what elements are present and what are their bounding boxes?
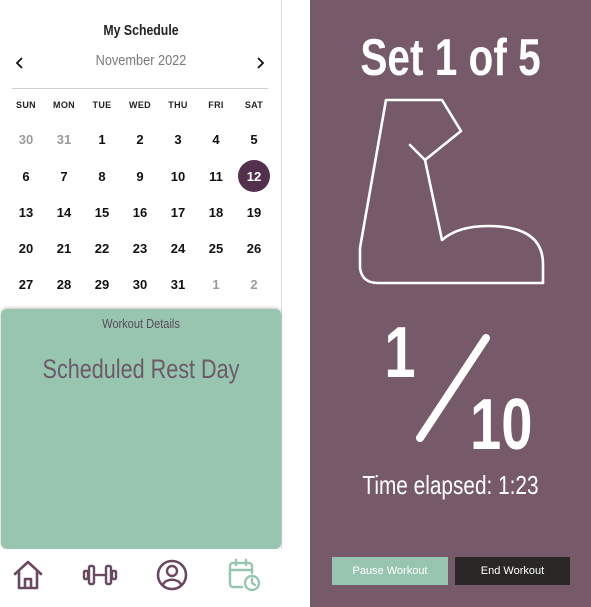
calendar-day[interactable]: 8 <box>86 160 118 192</box>
flexed-arm-icon <box>358 98 545 285</box>
calendar-day[interactable]: 1 <box>86 123 118 155</box>
workout-details-card: Workout Details Scheduled Rest Day <box>1 309 281 549</box>
weekday-thu: THU <box>168 100 188 110</box>
chevron-right-icon <box>257 57 265 69</box>
calendar-clock-icon <box>228 558 261 592</box>
calendar-day[interactable]: 10 <box>162 160 194 192</box>
calendar-day[interactable]: 7 <box>48 160 80 192</box>
calendar-day[interactable]: 9 <box>124 160 156 192</box>
calendar-day[interactable]: 2 <box>238 268 270 300</box>
calendar-day[interactable]: 1 <box>200 268 232 300</box>
nav-workouts[interactable] <box>82 557 118 593</box>
calendar-day[interactable]: 6 <box>10 160 42 192</box>
rest-day-message: Scheduled Rest Day <box>42 354 240 384</box>
calendar-day[interactable]: 30 <box>10 123 42 155</box>
calendar-day[interactable]: 31 <box>48 123 80 155</box>
nav-schedule[interactable] <box>226 557 262 593</box>
workout-panel: Set 1 of 5 1 10 Time elapsed: 1:23 Pause… <box>310 0 591 607</box>
time-elapsed: Time elapsed: 1:23 <box>362 470 539 500</box>
calendar-day[interactable]: 14 <box>48 196 80 228</box>
nav-home[interactable] <box>10 557 46 593</box>
calendar-day[interactable]: 26 <box>238 232 270 264</box>
calendar-day[interactable]: 16 <box>124 196 156 228</box>
schedule-panel: My Schedule November 2022 SUN MON TUE WED TH… <box>0 0 282 607</box>
calendar-day[interactable]: 24 <box>162 232 194 264</box>
nav-profile[interactable] <box>154 557 190 593</box>
next-month-button[interactable] <box>248 52 272 74</box>
weekday-wed: WED <box>129 100 151 110</box>
calendar-day[interactable]: 21 <box>48 232 80 264</box>
calendar-day[interactable]: 11 <box>200 160 232 192</box>
calendar-day[interactable]: 31 <box>162 268 194 300</box>
calendar-day[interactable]: 4 <box>200 123 232 155</box>
bottom-nav <box>0 549 282 607</box>
calendar-day[interactable]: 12 <box>238 160 270 192</box>
calendar-day[interactable]: 17 <box>162 196 194 228</box>
month-label: November 2022 <box>95 52 187 69</box>
weekday-tue: TUE <box>92 100 112 110</box>
calendar-day[interactable]: 22 <box>86 232 118 264</box>
calendar-day[interactable]: 28 <box>48 268 80 300</box>
calendar-day[interactable]: 13 <box>10 196 42 228</box>
calendar-day[interactable]: 25 <box>200 232 232 264</box>
calendar-day[interactable]: 15 <box>86 196 118 228</box>
calendar-day[interactable]: 23 <box>124 232 156 264</box>
home-icon <box>13 560 43 590</box>
calendar-day[interactable]: 18 <box>200 196 232 228</box>
weekday-mon: MON <box>53 100 75 110</box>
month-divider <box>12 88 268 89</box>
weekday-fri: FRI <box>208 100 224 110</box>
rep-current: 1 <box>384 313 416 393</box>
calendar-day[interactable]: 30 <box>124 268 156 300</box>
workout-details-title: Workout Details <box>102 316 180 331</box>
calendar-day[interactable]: 27 <box>10 268 42 300</box>
calendar-day[interactable]: 19 <box>238 196 270 228</box>
calendar-day[interactable]: 3 <box>162 123 194 155</box>
weekday-sun: SUN <box>16 100 36 110</box>
schedule-title: My Schedule <box>103 22 179 39</box>
calendar-day[interactable]: 5 <box>238 123 270 155</box>
set-counter: Set 1 of 5 <box>360 29 541 87</box>
rep-total: 10 <box>470 385 533 465</box>
pause-workout-button[interactable]: Pause Workout <box>332 557 448 585</box>
end-workout-button[interactable]: End Workout <box>455 557 570 585</box>
dumbbell-icon <box>82 564 118 586</box>
calendar-day[interactable]: 2 <box>124 123 156 155</box>
profile-icon <box>156 559 188 591</box>
weekday-sat: SAT <box>244 100 264 110</box>
calendar-day[interactable]: 20 <box>10 232 42 264</box>
calendar-day[interactable]: 29 <box>86 268 118 300</box>
